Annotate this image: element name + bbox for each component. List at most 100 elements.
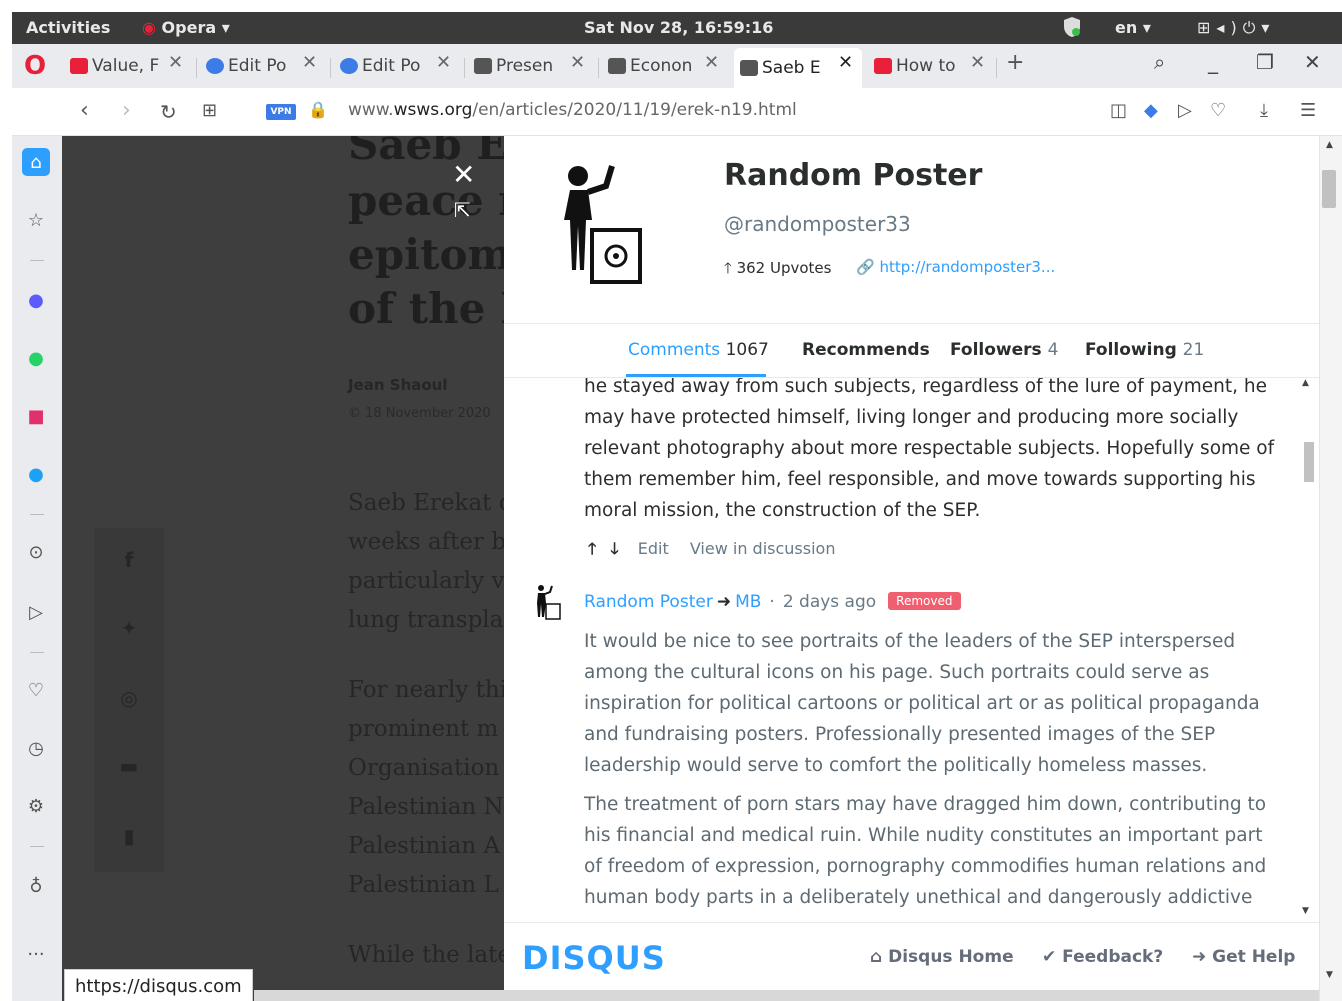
history-clock-icon[interactable]: ◷ — [22, 734, 50, 762]
tab-close-icon[interactable]: ✕ — [838, 52, 853, 73]
tab-comments[interactable]: Comments 1067 — [628, 340, 769, 360]
comments-list[interactable]: he stayed away from such subjects, regar… — [504, 378, 1319, 918]
comment-icon[interactable]: ▬ — [116, 754, 142, 780]
lightbulb-icon[interactable]: ♁ — [22, 872, 50, 900]
send-icon[interactable]: ▷ — [1178, 100, 1192, 121]
opera-menu-icon[interactable]: O — [24, 53, 46, 79]
more-dots-icon[interactable]: ··· — [22, 940, 50, 968]
comment-author-link[interactable]: Random Poster — [584, 592, 713, 612]
tab-following[interactable]: Following 21 — [1085, 340, 1204, 360]
network-icon: ⊞ — [1197, 18, 1217, 37]
page-scroll-up-icon[interactable]: ▲ — [1326, 140, 1333, 150]
feedback-label: Feedback? — [1062, 947, 1164, 967]
comment-avatar[interactable] — [534, 584, 562, 620]
tab-2[interactable]: Edit Po — [340, 52, 432, 80]
download-icon[interactable]: ⤓ — [1260, 100, 1268, 121]
open-external-icon[interactable]: ⇱ — [454, 198, 471, 222]
page-scrollbar[interactable]: ▲ ▼ — [1319, 136, 1342, 1001]
tab-close-icon[interactable]: ✕ — [168, 52, 183, 73]
settings-gear-icon[interactable]: ⚙ — [22, 792, 50, 820]
tab-6[interactable]: How to — [874, 52, 966, 80]
page-scroll-down-icon[interactable]: ▼ — [1326, 970, 1333, 980]
messenger-icon[interactable]: ● — [22, 286, 50, 314]
adblock-shield-icon[interactable]: ◆ — [1144, 100, 1158, 121]
tab-0[interactable]: Value, F — [70, 52, 170, 80]
heart-icon[interactable]: ♡ — [22, 676, 50, 704]
whatsapp-share-icon[interactable]: ◎ — [116, 686, 142, 712]
minimize-icon[interactable]: _ — [1208, 50, 1218, 74]
heart-icon[interactable]: ♡ — [1210, 100, 1226, 121]
horizontal-scrollbar[interactable] — [254, 990, 1319, 1001]
vpn-badge[interactable]: VPN — [266, 104, 296, 120]
reply-to-link[interactable]: MB — [735, 592, 761, 612]
scroll-down-icon[interactable]: ▼ — [1302, 906, 1309, 916]
scroll-up-icon[interactable]: ▲ — [1302, 378, 1309, 388]
bookmarks-star-icon[interactable]: ☆ — [22, 206, 50, 234]
facebook-icon[interactable]: f — [116, 548, 142, 574]
article-paragraph-line: Palestinian N — [348, 794, 504, 820]
url-field[interactable]: www.wsws.org/en/articles/2020/11/19/erek… — [348, 100, 797, 120]
url-path: /en/articles/2020/11/19/erek-n19.html — [472, 100, 797, 120]
lock-icon[interactable]: 🔒 — [308, 100, 328, 119]
article-paragraph-line: Palestinian L — [348, 872, 499, 898]
upvote-icon[interactable]: 🡑 — [588, 539, 596, 558]
wordpress-icon — [340, 58, 358, 74]
get-help-link[interactable]: ➜ Get Help — [1192, 947, 1295, 967]
tab-close-icon[interactable]: ✕ — [302, 52, 317, 73]
player-icon[interactable]: ⊙ — [22, 538, 50, 566]
activities-button[interactable]: Activities — [26, 18, 110, 37]
tab-label: Edit Po — [228, 56, 287, 76]
twitter-icon[interactable]: ● — [22, 460, 50, 488]
language-selector[interactable]: en ▾ — [1115, 18, 1151, 37]
tab-grid-icon[interactable]: ⊞ — [202, 100, 217, 121]
back-icon[interactable]: ‹ — [80, 98, 89, 123]
tab-close-icon[interactable]: ✕ — [704, 52, 719, 73]
wsws-icon — [740, 60, 758, 76]
disqus-home-link[interactable]: ⌂ Disqus Home — [870, 947, 1014, 967]
edit-link[interactable]: Edit — [638, 539, 669, 558]
tab-search-icon[interactable]: ⌕ — [1154, 50, 1165, 74]
article-paragraph-line: prominent m — [348, 716, 499, 742]
comment-actions: 🡑 🡓 Edit View in discussion — [588, 538, 835, 565]
security-shield-icon[interactable] — [1062, 16, 1082, 38]
tab-4[interactable]: Econon — [608, 52, 700, 80]
easy-setup-icon[interactable]: ☰ — [1300, 100, 1316, 121]
downvote-icon[interactable]: 🡓 — [610, 539, 618, 558]
sidebar-separator — [30, 260, 44, 261]
tab-3[interactable]: Presen — [474, 52, 566, 80]
comment-time[interactable]: 2 days ago — [783, 592, 876, 612]
disqus-logo[interactable]: DISQUS — [522, 939, 666, 977]
reload-icon[interactable]: ↻ — [160, 100, 177, 124]
system-status-icons[interactable]: ⊞◂)⏻▾ — [1197, 18, 1275, 38]
view-in-discussion-link[interactable]: View in discussion — [690, 539, 836, 558]
restore-icon[interactable]: ❐ — [1256, 50, 1274, 74]
tab-close-icon[interactable]: ✕ — [570, 52, 585, 73]
close-overlay-icon[interactable]: ✕ — [452, 158, 475, 191]
tab-followers[interactable]: Followers 4 — [950, 340, 1058, 360]
whatsapp-icon[interactable]: ● — [22, 344, 50, 372]
app-menu-button[interactable]: ◉ Opera ▾ — [142, 18, 230, 37]
new-tab-icon[interactable]: + — [1006, 50, 1024, 75]
article-title-line: peace r — [348, 176, 504, 225]
comments-scroll-thumb[interactable] — [1304, 442, 1314, 482]
tab-close-icon[interactable]: ✕ — [436, 52, 451, 73]
instagram-icon[interactable]: ■ — [22, 402, 50, 430]
feedback-link[interactable]: ✔ Feedback? — [1042, 947, 1163, 967]
disqus-home-label: Disqus Home — [888, 947, 1014, 967]
forward-icon[interactable]: › — [122, 98, 131, 123]
page-scroll-thumb[interactable] — [1322, 170, 1336, 208]
flow-send-icon[interactable]: ▷ — [22, 598, 50, 626]
profile-website-link[interactable]: 🔗 http://randomposter3... — [856, 258, 1055, 276]
tab-recommends[interactable]: Recommends — [802, 340, 930, 360]
tab-separator — [464, 58, 465, 78]
wordpress-icon — [206, 58, 224, 74]
tab-1[interactable]: Edit Po — [206, 52, 298, 80]
tab-close-icon[interactable]: ✕ — [970, 52, 985, 73]
article-paragraph-line: weeks after b — [348, 529, 504, 555]
close-window-icon[interactable]: ✕ — [1304, 50, 1321, 74]
system-clock[interactable]: Sat Nov 28, 16:59:16 — [584, 18, 773, 37]
home-icon[interactable]: ⌂ — [22, 148, 50, 176]
bookmark-icon[interactable]: ▮ — [116, 824, 142, 850]
twitter-share-icon[interactable]: ✦ — [116, 616, 142, 642]
snapshot-icon[interactable]: ◫ — [1110, 100, 1127, 121]
